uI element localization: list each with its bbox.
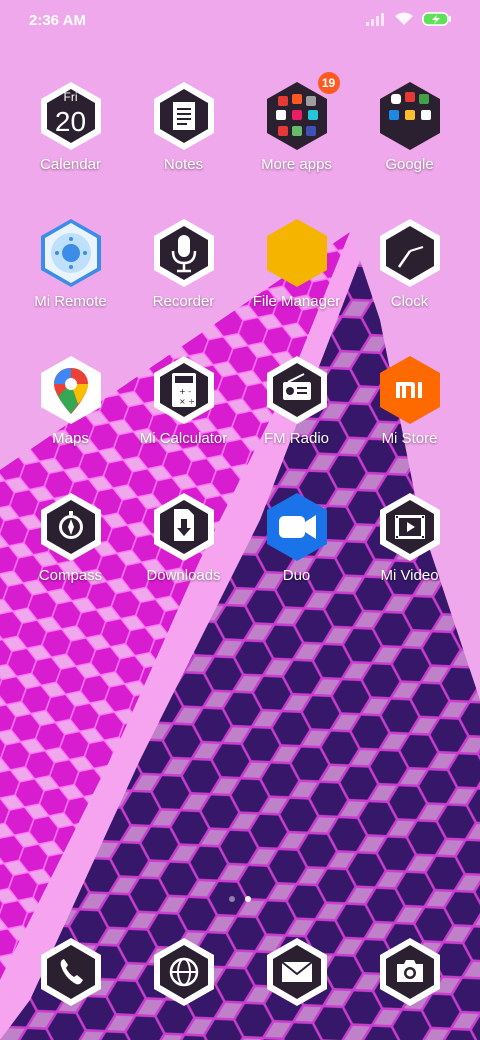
camera-icon	[379, 938, 440, 1006]
svg-text:× ÷: × ÷	[179, 397, 195, 406]
page-dot-active[interactable]	[245, 896, 251, 902]
status-bar: 2:36 AM	[0, 0, 480, 44]
app-label: Mi Store	[381, 430, 438, 447]
app-label: Recorder	[152, 293, 215, 310]
app-mi-calculator[interactable]: + - × ÷ Mi Calculator	[127, 354, 240, 447]
app-label: Maps	[52, 430, 89, 447]
app-label: Calendar	[40, 156, 101, 173]
microphone-icon	[153, 219, 214, 287]
mi-logo-icon	[379, 356, 440, 424]
page-indicator[interactable]	[0, 896, 480, 902]
browser-globe-icon	[153, 938, 214, 1006]
app-notes[interactable]: Notes	[127, 80, 240, 173]
app-label: File Manager	[252, 293, 341, 310]
dock-phone[interactable]	[14, 936, 127, 1008]
file-manager-icon	[266, 219, 327, 287]
dock	[0, 936, 480, 1016]
notification-badge: 19	[317, 72, 340, 94]
app-label: Mi Calculator	[139, 430, 228, 447]
app-recorder[interactable]: Recorder	[127, 217, 240, 310]
page-dot[interactable]	[229, 896, 235, 902]
compass-icon	[40, 493, 101, 561]
battery-charging-icon	[422, 12, 451, 26]
app-compass[interactable]: Compass	[14, 491, 127, 584]
app-more-apps-folder[interactable]: 19 More apps	[240, 72, 353, 173]
app-label: Compass	[38, 567, 103, 584]
google-folder-icon	[379, 82, 440, 150]
status-time: 2:36 AM	[29, 12, 86, 29]
dock-browser[interactable]	[127, 936, 240, 1008]
phone-icon	[40, 938, 101, 1006]
download-icon	[153, 493, 214, 561]
app-downloads[interactable]: Downloads	[127, 491, 240, 584]
app-clock[interactable]: Clock	[353, 217, 466, 310]
app-duo[interactable]: Duo	[240, 491, 353, 584]
app-label: Downloads	[146, 567, 221, 584]
remote-icon	[40, 219, 101, 287]
clock-icon	[379, 219, 440, 287]
app-mi-store[interactable]: Mi Store	[353, 354, 466, 447]
app-calendar[interactable]: Fri 20 Calendar	[14, 80, 127, 173]
notes-icon	[153, 82, 214, 150]
folder-icon	[266, 82, 327, 150]
app-label: Duo	[282, 567, 311, 584]
calendar-date: 20	[54, 106, 87, 137]
app-label: Clock	[390, 293, 429, 310]
signal-icon	[366, 13, 384, 26]
film-icon	[379, 493, 440, 561]
app-maps[interactable]: Maps	[14, 354, 127, 447]
calendar-day: Fri	[63, 90, 78, 104]
app-fm-radio[interactable]: FM Radio	[240, 354, 353, 447]
app-label: Google	[385, 156, 434, 173]
status-icons	[366, 12, 452, 26]
dock-messages[interactable]	[240, 936, 353, 1008]
svg-text:+ -: + -	[179, 387, 191, 396]
app-label: More apps	[261, 156, 332, 173]
app-google-folder[interactable]: Google	[353, 80, 466, 173]
app-mi-remote[interactable]: Mi Remote	[14, 217, 127, 310]
app-file-manager[interactable]: File Manager	[240, 217, 353, 310]
calculator-icon: + - × ÷	[153, 356, 214, 424]
dock-camera[interactable]	[353, 936, 466, 1008]
messages-envelope-icon	[266, 938, 327, 1006]
video-call-icon	[266, 493, 327, 561]
wifi-icon	[395, 12, 413, 25]
app-label: FM Radio	[263, 430, 330, 447]
radio-icon	[266, 356, 327, 424]
app-label: Mi Remote	[34, 293, 107, 310]
maps-pin-icon	[40, 356, 101, 424]
app-mi-video[interactable]: Mi Video	[353, 491, 466, 584]
app-label: Mi Video	[380, 567, 439, 584]
app-label: Notes	[163, 156, 204, 173]
